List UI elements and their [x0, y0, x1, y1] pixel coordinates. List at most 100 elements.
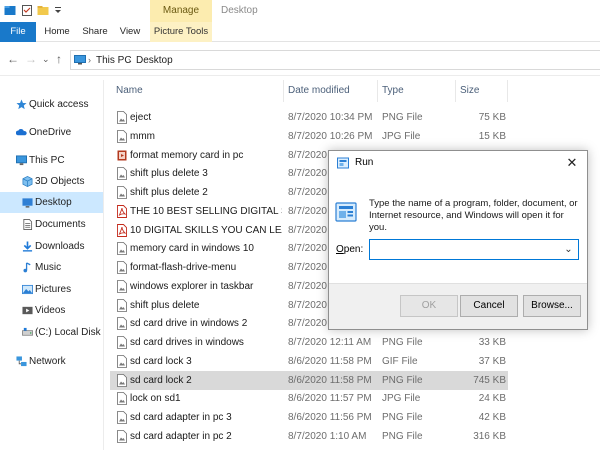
recent-locations-chevron-icon[interactable]: ⌄ — [42, 52, 50, 66]
column-header-name[interactable]: Name — [112, 80, 284, 102]
column-header-type[interactable]: Type — [378, 80, 456, 102]
file-size: 745 KB — [473, 374, 506, 386]
file-row[interactable]: sd card lock 2 8/6/2020 11:58 PM PNG File 7… — [110, 370, 508, 390]
forward-arrow-icon[interactable]: → — [25, 52, 37, 66]
sidebar-item-quick-access[interactable]: Quick access — [0, 94, 103, 115]
file-size: 316 KB — [473, 430, 506, 442]
image-file-icon — [117, 373, 127, 387]
browse-button[interactable]: Browse... — [523, 295, 581, 317]
file-type: PNG File — [382, 374, 423, 386]
tab-picture-tools[interactable]: Picture Tools — [150, 22, 212, 42]
file-row[interactable]: mmm 8/7/2020 10:26 PM JPG File 15 KB — [110, 127, 508, 146]
file-name: shift plus delete 3 — [130, 168, 208, 180]
network-icon — [16, 356, 27, 367]
file-row[interactable]: sd card drives in windows 8/7/2020 12:11 … — [110, 333, 508, 352]
ribbon-tabs: File Home Share View Picture Tools — [0, 22, 600, 42]
new-folder-icon[interactable] — [37, 4, 49, 16]
tab-share[interactable]: Share — [78, 22, 112, 42]
file-type: PNG File — [382, 412, 423, 423]
tab-home[interactable]: Home — [40, 22, 74, 42]
sidebar-item-label: (C:) Local Disk — [35, 327, 101, 338]
sidebar-item-music[interactable]: Music — [0, 257, 103, 278]
run-program-icon — [335, 202, 357, 222]
sidebar-item-videos[interactable]: Videos — [0, 300, 103, 321]
sidebar-item-label: Downloads — [35, 241, 85, 252]
sidebar-item-label: Network — [29, 356, 66, 367]
sidebar-item-label: This PC — [29, 155, 65, 166]
file-size: 24 KB — [478, 393, 506, 405]
customize-quick-access-icon[interactable] — [52, 4, 64, 16]
image-file-icon — [117, 242, 127, 256]
sidebar-item-local-disk[interactable]: (C:) Local Disk — [0, 322, 103, 343]
breadcrumb-this-pc[interactable]: This PC — [96, 53, 132, 68]
sidebar-item-onedrive[interactable]: OneDrive — [0, 122, 103, 143]
up-arrow-icon[interactable]: ↑ — [56, 52, 62, 66]
sidebar-item-downloads[interactable]: Downloads — [0, 236, 103, 257]
tab-file[interactable]: File — [0, 22, 36, 42]
image-file-icon — [117, 317, 127, 331]
file-name: windows explorer in taskbar — [130, 280, 254, 292]
file-type: GIF File — [382, 355, 418, 367]
file-type: JPG File — [382, 393, 421, 405]
cancel-button[interactable]: Cancel — [460, 295, 518, 317]
close-icon[interactable]: ✕ — [557, 151, 587, 175]
file-size: 75 KB — [478, 112, 506, 123]
cloud-icon — [16, 128, 27, 136]
drive-icon — [22, 327, 33, 336]
sidebar-item-label: Quick access — [29, 99, 89, 110]
file-row[interactable]: lock on sd1 8/6/2020 11:57 PM JPG File 24 K… — [110, 389, 508, 408]
run-dialog-description: Type the name of a program, folder, docu… — [369, 198, 578, 233]
this-pc-icon — [74, 55, 86, 65]
image-file-icon — [117, 336, 127, 349]
file-name: sd card adapter in pc 3 — [130, 412, 232, 423]
sidebar-item-label: Videos — [35, 305, 66, 316]
picture-tools-context-label: Manage — [150, 0, 212, 22]
file-row[interactable]: sd card adapter in pc 2 8/7/2020 1:10 AM P… — [110, 427, 508, 446]
sidebar-item-network[interactable]: Network — [0, 351, 103, 372]
sidebar-item-documents[interactable]: Documents — [0, 214, 103, 235]
desktop-icon — [22, 198, 33, 208]
breadcrumb-desktop[interactable]: Desktop — [136, 53, 173, 68]
pdf-file-icon — [117, 223, 127, 237]
ok-button[interactable]: OK — [400, 295, 458, 317]
file-name: format memory card in pc — [130, 149, 244, 161]
open-input[interactable]: ⌄ — [369, 239, 579, 260]
run-dialog-title-bar[interactable]: Run ✕ — [329, 151, 587, 175]
file-type: PNG File — [382, 112, 423, 123]
sidebar-item-desktop[interactable]: Desktop — [0, 192, 103, 213]
file-name: shift plus delete 2 — [130, 187, 208, 198]
sidebar-item-this-pc[interactable]: This PC — [0, 150, 103, 171]
pane-divider — [103, 80, 104, 450]
sidebar-item-label: OneDrive — [29, 127, 72, 138]
music-icon — [23, 262, 31, 273]
file-size: 37 KB — [478, 355, 506, 367]
column-header-size[interactable]: Size — [456, 80, 508, 102]
file-row[interactable]: sd card adapter in pc 3 8/6/2020 11:56 PM… — [110, 408, 508, 427]
sidebar-item-pictures[interactable]: Pictures — [0, 279, 103, 300]
sidebar-item-3d-objects[interactable]: 3D Objects — [0, 171, 103, 192]
image-file-icon — [117, 354, 127, 368]
image-file-icon — [117, 261, 127, 274]
properties-icon[interactable] — [21, 4, 33, 16]
file-date-modified: 8/7/2020 10:34 PM — [288, 112, 373, 123]
navigation-pane: Quick access OneDrive This PC 3D Objects… — [0, 80, 103, 450]
breadcrumb-separator-icon: › — [88, 55, 91, 65]
file-size: 33 KB — [478, 337, 506, 348]
column-header-date-modified[interactable]: Date modified — [284, 80, 378, 102]
sidebar-item-label: Pictures — [35, 284, 72, 295]
file-row[interactable]: sd card lock 3 8/6/2020 11:58 PM GIF File 3… — [110, 352, 508, 371]
file-row[interactable]: eject 8/7/2020 10:34 PM PNG File 75 KB — [110, 108, 508, 127]
tab-view[interactable]: View — [114, 22, 146, 42]
image-file-icon — [117, 111, 127, 124]
file-size: 15 KB — [478, 130, 506, 142]
file-name: sd card drives in windows — [130, 337, 244, 348]
video-icon — [22, 306, 33, 315]
document-icon — [23, 219, 33, 230]
image-file-icon — [117, 392, 127, 406]
chevron-down-icon[interactable]: ⌄ — [560, 241, 577, 258]
back-arrow-icon[interactable]: ← — [7, 52, 19, 66]
file-name: THE 10 BEST SELLING DIGITAL SKILLS YO... — [130, 205, 282, 217]
file-date-modified: 8/7/2020 1:10 AM — [288, 430, 367, 442]
picture-icon — [22, 284, 33, 295]
address-bar[interactable]: › This PC › Desktop — [70, 50, 600, 70]
